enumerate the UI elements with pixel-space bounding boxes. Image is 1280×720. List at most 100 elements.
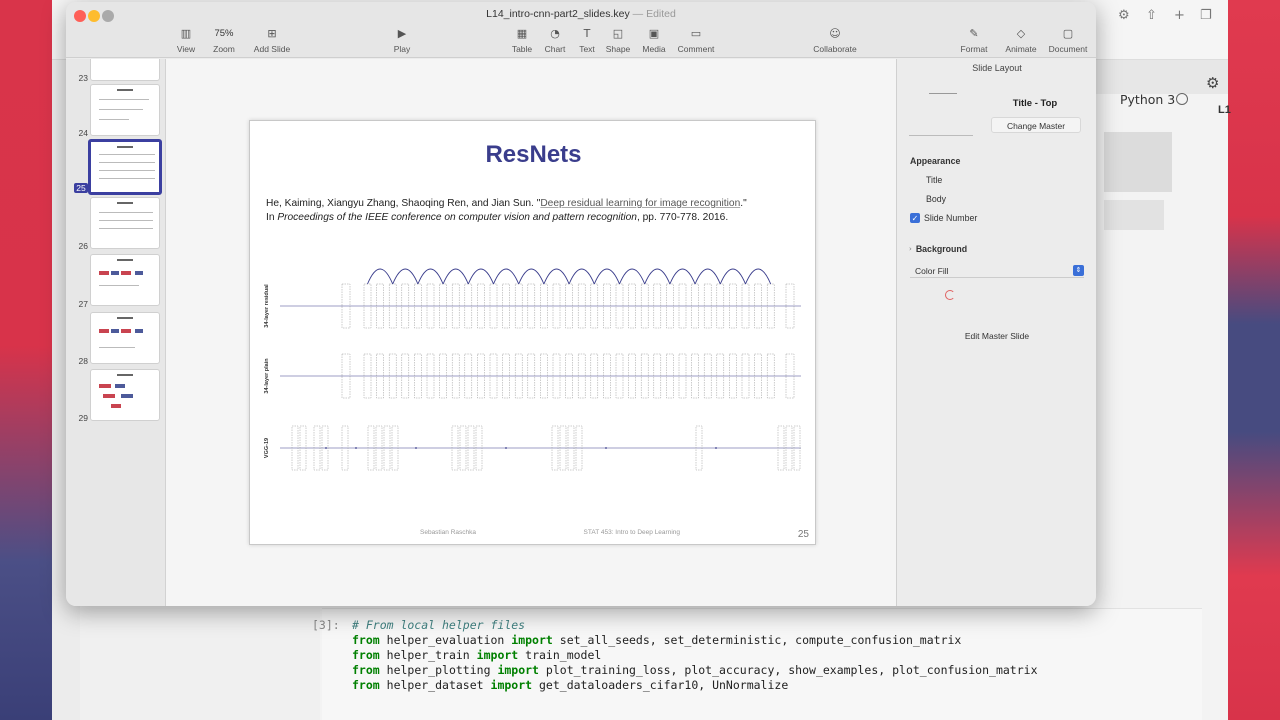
code-keyword: from	[352, 663, 380, 677]
skip-connection	[619, 268, 646, 285]
slide-number: 24	[78, 128, 88, 138]
document-name: L14_intro-cnn-part2_slides.key	[486, 8, 630, 20]
body-checkbox[interactable]	[912, 194, 922, 204]
document-button[interactable]: ▢ Document	[1040, 26, 1096, 54]
format-inspector: Slide Layout Title - Top Change Master A…	[896, 59, 1096, 606]
jupyter-gutter	[80, 608, 320, 720]
code-identifier: helper_plotting	[386, 663, 491, 677]
change-master-button[interactable]: Change Master	[991, 117, 1081, 133]
disclosure-icon[interactable]: ›	[909, 245, 912, 253]
code-keyword: from	[352, 633, 380, 647]
slide-title[interactable]: ResNets	[250, 141, 817, 169]
keynote-toolbar: L14_intro-cnn-part2_slides.key — Edited …	[66, 2, 1096, 58]
add-slide-button[interactable]: ⊞ Add Slide	[244, 26, 300, 54]
edited-status: — Edited	[632, 8, 676, 20]
cell-prompt: [3]:	[312, 618, 340, 632]
edit-master-slide-button[interactable]: Edit Master Slide	[937, 327, 1057, 345]
master-thumbnail[interactable]	[909, 81, 973, 136]
title-checkbox-row[interactable]: Title	[912, 174, 942, 186]
slide-number-checkbox-row[interactable]: ✓ Slide Number	[910, 212, 977, 224]
pool-marker	[505, 447, 507, 449]
slide-number-option-label: Slide Number	[924, 213, 978, 223]
citation-authors: He, Kaiming, Xiangyu Zhang, Shaoqing Ren…	[266, 198, 541, 209]
skip-connection	[493, 268, 520, 285]
code-keyword: import	[497, 663, 539, 677]
slide-canvas[interactable]: ResNets He, Kaiming, Xiangyu Zhang, Shao…	[166, 59, 896, 606]
skip-connection	[467, 268, 494, 285]
skip-connection	[417, 268, 444, 285]
add-slide-icon: ⊞	[267, 27, 277, 40]
fill-type-select[interactable]: Color Fill ⇕	[910, 264, 1084, 278]
slide[interactable]: ResNets He, Kaiming, Xiangyu Zhang, Shao…	[249, 120, 816, 545]
code-line: from helper_plotting import plot_trainin…	[352, 663, 1038, 678]
kernel-name[interactable]: Python 3	[1120, 92, 1175, 107]
citation-end: ."	[740, 198, 747, 209]
slide-thumbnail-selected[interactable]	[88, 139, 162, 195]
slide-thumbnail[interactable]	[90, 84, 160, 136]
code-identifier: set_all_seeds, set_deterministic, comput…	[559, 633, 962, 647]
skip-connection	[543, 268, 570, 285]
slide-thumbnail[interactable]	[90, 197, 160, 249]
gear-icon[interactable]: ⚙	[1206, 74, 1219, 92]
document-icon: ▢	[1062, 27, 1074, 40]
code-identifier: get_dataloaders_cifar10, UnNormalize	[539, 678, 789, 692]
row-label: 34-layer residual	[264, 284, 270, 328]
code-line: from helper_dataset import get_dataloade…	[352, 678, 1038, 693]
slide-navigator[interactable]: 23 24 25 26 27 28 29	[66, 59, 166, 606]
code-identifier: helper_train	[386, 648, 470, 662]
code-keyword: from	[352, 678, 380, 692]
skip-connection	[745, 268, 772, 285]
collaborate-label: Collaborate	[813, 44, 857, 54]
kernel-status-icon	[1176, 93, 1188, 105]
slide-thumbnail[interactable]	[90, 254, 160, 306]
comment-label: Comment	[677, 44, 715, 54]
body-checkbox-row[interactable]: Body	[912, 193, 946, 205]
document-label: Document	[1048, 44, 1088, 54]
share-icon[interactable]: ⇧	[1146, 8, 1160, 23]
skip-connection	[644, 268, 671, 285]
code-identifier: helper_dataset	[386, 678, 484, 692]
skip-connection	[518, 268, 545, 285]
code-keyword: import	[476, 648, 519, 662]
collaborate-icon: ☺	[829, 27, 841, 40]
fill-type-value: Color Fill	[915, 266, 949, 276]
code-keyword: import	[511, 633, 553, 647]
code-identifier: helper_evaluation	[386, 633, 505, 647]
slide-thumbnail[interactable]	[90, 312, 160, 364]
citation-venue: Proceedings of the IEEE conference on co…	[277, 212, 637, 223]
settings-icon[interactable]: ⚙	[1118, 8, 1132, 23]
background-section[interactable]: › Background	[909, 243, 967, 255]
tab-label[interactable]: L1	[1218, 104, 1231, 116]
title-checkbox[interactable]	[912, 175, 922, 185]
keynote-window: L14_intro-cnn-part2_slides.key — Edited …	[66, 2, 1096, 606]
slide-number: 23	[78, 73, 88, 83]
play-button[interactable]: ▶ Play	[374, 26, 430, 54]
slide-number: 28	[78, 356, 88, 366]
footer-course: STAT 453: Intro to Deep Learning	[583, 529, 680, 536]
slide-number-checkbox[interactable]: ✓	[910, 213, 920, 223]
add-slide-label: Add Slide	[253, 44, 291, 54]
code-identifier: plot_training_loss, plot_accuracy, show_…	[545, 663, 1038, 677]
loading-spinner-icon	[945, 290, 955, 300]
collaborate-button[interactable]: ☺ Collaborate	[807, 26, 863, 54]
slide-thumbnail[interactable]	[90, 59, 160, 81]
code-block[interactable]: # From local helper files from helper_eva…	[352, 618, 1038, 693]
appearance-heading: Appearance	[910, 156, 961, 166]
pool-marker	[415, 447, 417, 449]
document-title: L14_intro-cnn-part2_slides.key — Edited	[66, 8, 1096, 20]
copy-icon[interactable]: ❐	[1200, 8, 1214, 23]
slide-thumbnail[interactable]	[90, 369, 160, 421]
comment-button[interactable]: ▭ Comment	[668, 26, 724, 54]
background-heading: Background	[915, 244, 968, 254]
paper-link[interactable]: Deep residual learning for image recogni…	[540, 198, 740, 209]
add-icon[interactable]: +	[1174, 8, 1188, 23]
jupyter-panel	[1104, 132, 1172, 192]
jupyter-panel-2	[1104, 200, 1164, 230]
inspector-heading: Slide Layout	[972, 63, 1022, 73]
citation[interactable]: He, Kaiming, Xiangyu Zhang, Shaoqing Ren…	[266, 197, 811, 225]
skip-connection	[568, 268, 595, 285]
play-label: Play	[393, 44, 411, 54]
skip-connection	[694, 268, 721, 285]
chevron-updown-icon[interactable]: ⇕	[1073, 265, 1084, 276]
skip-connection	[669, 268, 696, 285]
